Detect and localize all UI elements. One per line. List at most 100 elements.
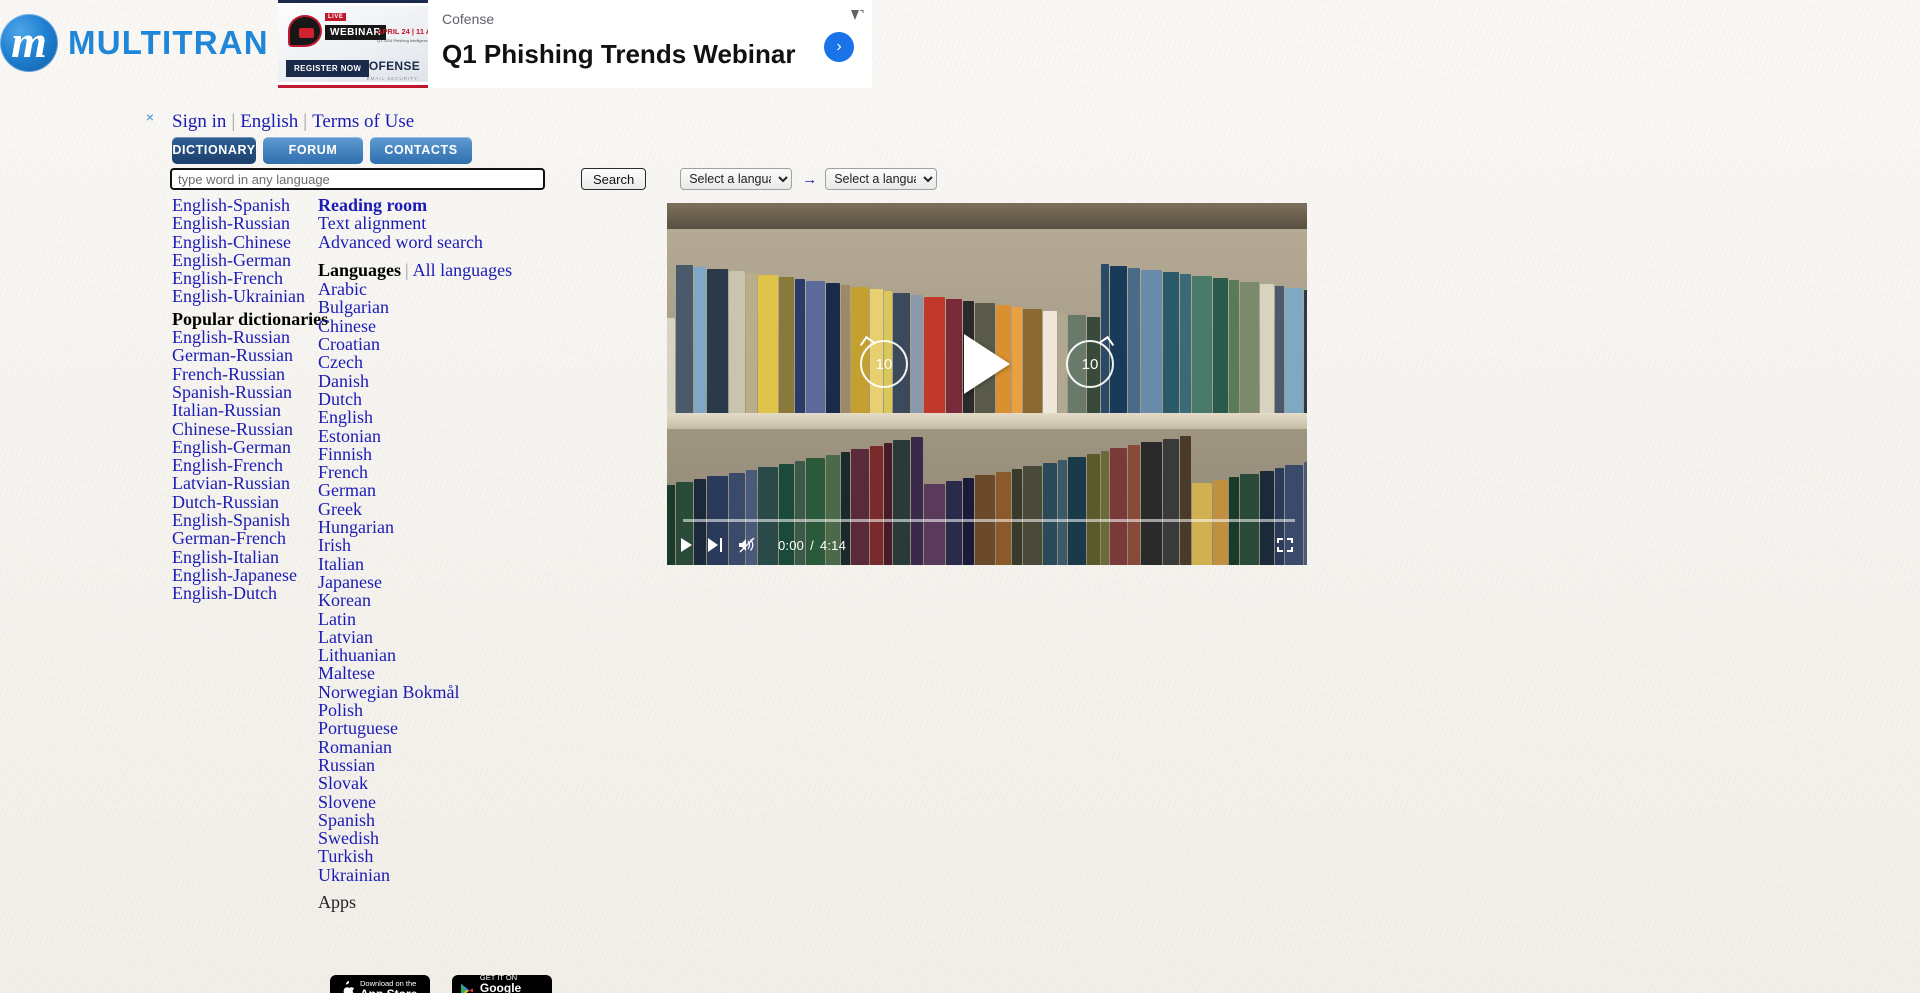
book-spine (841, 285, 850, 413)
mute-button[interactable] (738, 537, 756, 553)
dictionary-link[interactable]: English-Ukrainian (172, 287, 317, 306)
book-spine (1023, 309, 1042, 413)
dictionary-link[interactable]: English-Spanish (172, 196, 317, 215)
ad-creative-image[interactable]: LIVE WEBINAR APRIL 24 | 11 AM ET Q1 2024… (278, 0, 428, 88)
language-link[interactable]: Russian (318, 756, 518, 775)
language-link[interactable]: Slovene (318, 792, 518, 811)
popular-dictionary-link[interactable]: Dutch-Russian (172, 492, 317, 511)
language-link[interactable]: Hungarian (318, 518, 518, 537)
big-play-button[interactable] (964, 334, 1010, 394)
fullscreen-button[interactable] (1277, 538, 1293, 552)
popular-dictionary-link[interactable]: Latvian-Russian (172, 474, 317, 493)
book-spine (667, 318, 675, 413)
book-spine (746, 273, 757, 413)
language-link[interactable]: Polish (318, 701, 518, 720)
next-frame-button[interactable] (708, 538, 722, 552)
all-languages-link[interactable]: All languages (413, 260, 512, 280)
dictionary-link[interactable]: English-French (172, 269, 317, 288)
popular-dictionary-link[interactable]: Italian-Russian (172, 401, 317, 420)
advanced-word-search-link[interactable]: Advanced word search (318, 232, 518, 251)
language-link[interactable]: Estonian (318, 426, 518, 445)
source-language-select[interactable]: Select a languageEnglishRussianGermanFre… (680, 168, 793, 190)
tab-dictionary[interactable]: DICTIONARY (172, 137, 256, 164)
language-link[interactable]: Spanish (318, 810, 518, 829)
popular-dictionary-link[interactable]: English-French (172, 456, 317, 475)
terms-of-use-link[interactable]: Terms of Use (312, 111, 414, 132)
dictionary-link[interactable]: English-German (172, 251, 317, 270)
book-spine (1128, 268, 1140, 413)
tab-contacts[interactable]: CONTACTS (370, 137, 472, 164)
language-link[interactable]: Irish (318, 536, 518, 555)
popular-dictionary-link[interactable]: English-Dutch (172, 584, 317, 603)
language-link[interactable]: Bulgarian (318, 298, 518, 317)
video-progress-bar[interactable] (683, 519, 1295, 522)
language-link[interactable]: Lithuanian (318, 646, 518, 665)
search-bar: Search Select a languageEnglishRussianGe… (170, 168, 938, 190)
book-spine (1163, 272, 1179, 413)
language-link[interactable]: German (318, 481, 518, 500)
language-link[interactable]: Japanese (318, 573, 518, 592)
popular-dictionary-link[interactable]: French-Russian (172, 364, 317, 383)
popular-dictionary-link[interactable]: German-French (172, 529, 317, 548)
tab-forum[interactable]: FORUM (263, 137, 363, 164)
popular-dictionary-link[interactable]: English-Spanish (172, 511, 317, 530)
video-time-separator: / (810, 537, 814, 553)
language-link[interactable]: Latin (318, 609, 518, 628)
video-player[interactable]: 10 10 0:00 / 4:14 (667, 203, 1307, 565)
language-link[interactable]: Portuguese (318, 719, 518, 738)
popular-dictionary-link[interactable]: Chinese-Russian (172, 419, 317, 438)
book-spine (1240, 282, 1259, 413)
language-link[interactable]: Finnish (318, 445, 518, 464)
language-link[interactable]: Danish (318, 371, 518, 390)
language-link[interactable]: Swedish (318, 829, 518, 848)
popular-dictionary-link[interactable]: English-Italian (172, 547, 317, 566)
dictionary-link[interactable]: English-Russian (172, 214, 317, 233)
language-link[interactable]: Ukrainian (318, 865, 518, 884)
language-link[interactable]: Norwegian Bokmål (318, 682, 518, 701)
popular-dictionary-link[interactable]: Spanish-Russian (172, 383, 317, 402)
language-link[interactable]: Korean (318, 591, 518, 610)
languages-list: Arabic Bulgarian Chinese Croatian Czech Danis… (318, 280, 518, 884)
language-link[interactable]: Greek (318, 499, 518, 518)
language-link[interactable]: Dutch (318, 390, 518, 409)
app-store-badge[interactable]: Download on the App Store (330, 975, 430, 993)
popular-dictionary-link[interactable]: German-Russian (172, 346, 317, 365)
page-root: MULTITRAN LIVE WEBINAR APRIL 24 | 11 AM … (0, 0, 1920, 993)
book-spine (1180, 274, 1191, 413)
language-link[interactable]: Arabic (318, 280, 518, 299)
popular-dictionary-link[interactable]: English-Russian (172, 328, 317, 347)
language-link[interactable]: Turkish (318, 847, 518, 866)
google-play-badge[interactable]: GET IT ON Google Play (452, 974, 552, 993)
play-button[interactable] (681, 538, 692, 552)
language-link[interactable]: Romanian (318, 737, 518, 756)
search-input[interactable] (170, 168, 545, 190)
ad-headline[interactable]: Q1 Phishing Trends Webinar (442, 40, 872, 69)
rewind-10-button[interactable]: 10 (860, 340, 908, 388)
language-link[interactable]: Czech (318, 353, 518, 372)
book-spine (1043, 311, 1057, 413)
advertisement-banner[interactable]: LIVE WEBINAR APRIL 24 | 11 AM ET Q1 2024… (278, 0, 872, 88)
ad-cta-arrow-button[interactable]: › (824, 32, 854, 62)
ad-choices-icon[interactable] (850, 9, 864, 21)
language-link[interactable]: Italian (318, 554, 518, 573)
ad-close-icon[interactable]: × (143, 110, 157, 124)
search-button[interactable]: Search (581, 168, 647, 190)
language-link[interactable]: English (318, 408, 518, 427)
language-link[interactable]: French (318, 463, 518, 482)
text-alignment-link[interactable]: Text alignment (318, 214, 518, 233)
sign-in-link[interactable]: Sign in (172, 111, 226, 132)
reading-room-link[interactable]: Reading room (318, 196, 518, 215)
language-link[interactable]: Latvian (318, 628, 518, 647)
forward-10-button[interactable]: 10 (1066, 340, 1114, 388)
ad-register-button[interactable]: REGISTER NOW (286, 60, 370, 77)
dictionary-link[interactable]: English-Chinese (172, 232, 317, 251)
popular-dictionary-link[interactable]: English-Japanese (172, 566, 317, 585)
interface-language-link[interactable]: English (240, 111, 298, 132)
site-logo[interactable]: MULTITRAN (0, 14, 269, 72)
target-language-select[interactable]: Select a languageEnglishRussianGermanFre… (825, 168, 938, 190)
language-link[interactable]: Chinese (318, 316, 518, 335)
language-link[interactable]: Maltese (318, 664, 518, 683)
language-link[interactable]: Croatian (318, 335, 518, 354)
language-link[interactable]: Slovak (318, 774, 518, 793)
popular-dictionary-link[interactable]: English-German (172, 438, 317, 457)
